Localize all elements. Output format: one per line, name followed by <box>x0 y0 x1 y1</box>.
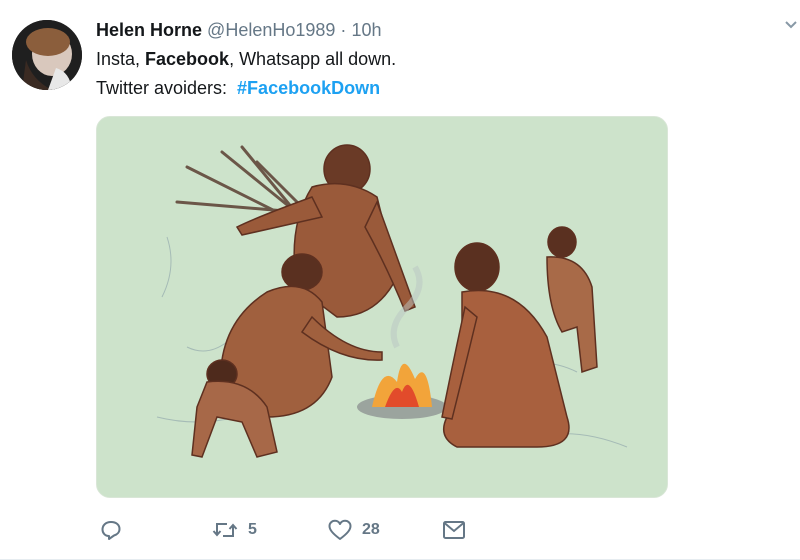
prehistoric-fire-illustration <box>97 117 667 497</box>
separator-dot: · <box>340 20 347 40</box>
retweet-icon <box>212 523 238 537</box>
tweet-actions: 5 28 <box>96 512 696 548</box>
avatar[interactable] <box>12 20 82 90</box>
tweet-header: Helen Horne @HelenHo1989 · 10h <box>96 18 381 42</box>
envelope-icon <box>443 521 465 539</box>
tweet[interactable]: Helen Horne @HelenHo1989 · 10h Insta, Fa… <box>0 0 800 560</box>
tweet-text-part: , Whatsapp all down. <box>229 49 397 69</box>
tweet-text-prefix: Twitter avoiders: <box>96 78 228 98</box>
like-button[interactable]: 28 <box>328 512 380 548</box>
reply-icon <box>101 521 121 540</box>
direct-message-button[interactable] <box>442 512 466 548</box>
tweet-text-line-1: Insta, Facebook, Whatsapp all down. <box>96 47 396 71</box>
author-name[interactable]: Helen Horne <box>96 20 202 40</box>
chevron-down-icon[interactable] <box>784 18 798 32</box>
timestamp[interactable]: 10h <box>351 20 381 40</box>
tweet-text-bold: Facebook <box>145 49 230 69</box>
heart-icon <box>328 519 352 540</box>
retweet-count: 5 <box>248 521 257 538</box>
hashtag-link[interactable]: #FacebookDown <box>237 78 380 98</box>
reply-button[interactable] <box>100 512 122 548</box>
tweet-image[interactable] <box>96 116 668 498</box>
tweet-text-part: Insta, <box>96 49 146 69</box>
tweet-text-line-2: Twitter avoiders: #FacebookDown <box>96 76 380 100</box>
avatar-image <box>12 20 82 90</box>
author-handle[interactable]: @HelenHo1989 <box>207 20 335 40</box>
like-count: 28 <box>362 521 380 538</box>
retweet-button[interactable]: 5 <box>212 512 257 548</box>
